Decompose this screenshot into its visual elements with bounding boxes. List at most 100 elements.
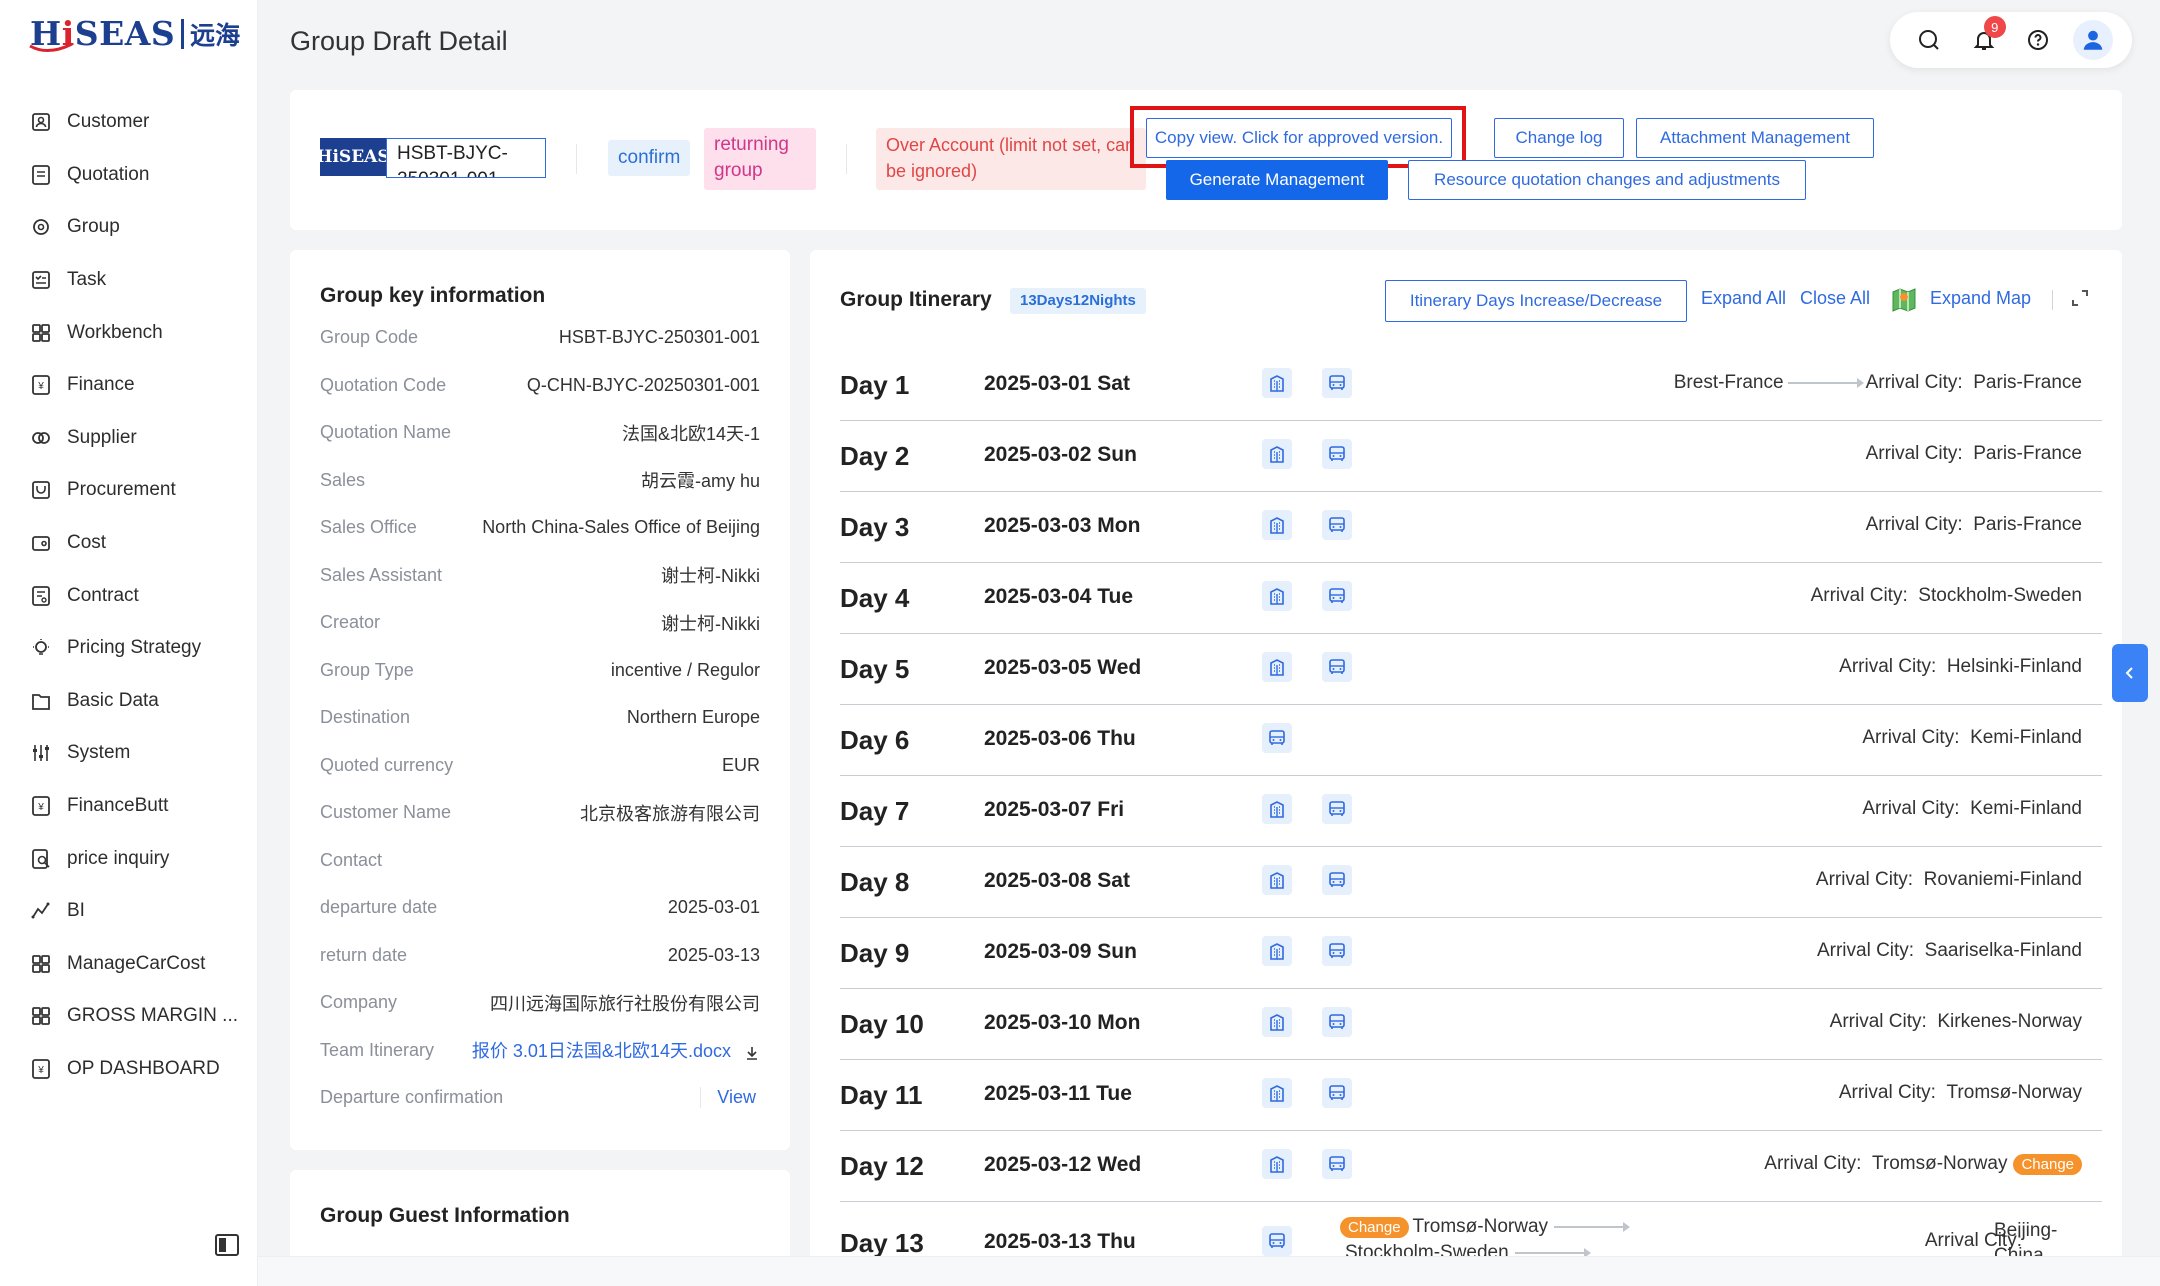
transport-button[interactable] xyxy=(1322,794,1352,824)
team-itinerary-file-link[interactable]: 报价 3.01日法国&北欧14天.docx xyxy=(472,1037,760,1063)
user-avatar[interactable] xyxy=(2072,20,2113,60)
itinerary-day-row[interactable]: Day 7 2025-03-07 Fri Arrival City: Kemi-Fi… xyxy=(840,776,2102,847)
sidebar-item-quotation[interactable]: Quotation xyxy=(0,149,258,202)
departure-city: Brest-France xyxy=(1673,372,1784,393)
sidebar-item-bi[interactable]: BI xyxy=(0,885,258,938)
transport-button[interactable] xyxy=(1322,368,1352,398)
side-panel-toggle[interactable] xyxy=(2112,644,2148,702)
sidebar-item-customer[interactable]: Customer xyxy=(0,96,258,149)
itinerary-day-row[interactable]: Day 5 2025-03-05 Wed Arrival City: Helsink… xyxy=(840,634,2102,705)
transport-button[interactable] xyxy=(1322,1149,1352,1179)
sidebar-item-price-inquiry[interactable]: price inquiry xyxy=(0,832,258,885)
sidebar-item-label: System xyxy=(67,742,131,764)
hotel-button[interactable] xyxy=(1262,439,1292,469)
itinerary-day-row[interactable]: Day 12 2025-03-12 Wed Arrival City: Tromsø… xyxy=(840,1131,2102,1202)
fullscreen-icon[interactable] xyxy=(2070,288,2090,308)
hotel-button[interactable] xyxy=(1262,652,1292,682)
expand-all-link[interactable]: Expand All xyxy=(1701,288,1786,309)
info-value: Northern Europe xyxy=(626,707,760,728)
sidebar-item-basic-data[interactable]: Basic Data xyxy=(0,675,258,728)
generate-management-button[interactable]: Generate Management xyxy=(1166,160,1388,200)
sidebar-item-procurement[interactable]: Procurement xyxy=(0,464,258,517)
arrival-city: Paris-France xyxy=(1973,514,2082,535)
sidebar-item-label: Workbench xyxy=(67,321,163,343)
itinerary-day-row[interactable]: Day 8 2025-03-08 Sat Arrival City: Rovanie… xyxy=(840,847,2102,918)
sidebar-item-system[interactable]: System xyxy=(0,727,258,780)
download-icon[interactable] xyxy=(744,1045,760,1061)
sidebar-item-group[interactable]: Group xyxy=(0,201,258,254)
itinerary-day-row[interactable]: Day 11 2025-03-11 Tue Arrival City: Tromsø… xyxy=(840,1060,2102,1131)
arrival-label: Arrival City: xyxy=(1838,1082,1936,1103)
day-number: Day 10 xyxy=(840,1009,924,1039)
sidebar-item-gross-margin[interactable]: GROSS MARGIN ... xyxy=(0,990,258,1043)
sidebar-item-finance[interactable]: ¥ Finance xyxy=(0,359,258,412)
info-label: return date xyxy=(320,944,408,965)
resource-quotation-button[interactable]: Resource quotation changes and adjustmen… xyxy=(1408,160,1806,200)
sidebar-item-cost[interactable]: Cost xyxy=(0,517,258,570)
help-button[interactable] xyxy=(2018,20,2058,60)
sidebar-item-label: Cost xyxy=(67,532,107,554)
info-value: 四川远海国际旅行社股份有限公司 xyxy=(490,993,760,1014)
itinerary-day-row[interactable]: Day 9 2025-03-09 Sun Arrival City: Saarise… xyxy=(840,918,2102,989)
transport-button[interactable] xyxy=(1322,439,1352,469)
sidebar-item-manage-car-cost[interactable]: ManageCarCost xyxy=(0,938,258,991)
hotel-icon xyxy=(1270,801,1284,818)
transport-button[interactable] xyxy=(1322,652,1352,682)
expand-map-link[interactable]: Expand Map xyxy=(1930,288,2031,309)
change-badge[interactable]: Change xyxy=(1340,1216,1409,1238)
itinerary-day-row[interactable]: Day 3 2025-03-03 Mon Arrival City: Paris-F… xyxy=(840,492,2102,563)
hotel-icon xyxy=(1270,1014,1284,1031)
sidebar-item-label: Group xyxy=(67,216,120,238)
transport-button[interactable] xyxy=(1262,1226,1292,1256)
info-row: Sales Assistant 谢士柯-Nikki xyxy=(320,552,760,600)
sidebar-item-workbench[interactable]: Workbench xyxy=(0,306,258,359)
hotel-button[interactable] xyxy=(1262,794,1292,824)
info-label: Sales Office xyxy=(320,517,417,538)
itinerary-day-row[interactable]: Day 2 2025-03-02 Sun Arrival City: Paris-F… xyxy=(840,421,2102,492)
sidebar-item-finance-butt[interactable]: ¥ FinanceButt xyxy=(0,780,258,833)
close-all-link[interactable]: Close All xyxy=(1800,288,1870,309)
change-log-button[interactable]: Change log xyxy=(1494,118,1624,158)
transport-button[interactable] xyxy=(1322,865,1352,895)
group-itinerary-card: Group Itinerary 13Days12Nights Itinerary… xyxy=(810,250,2122,1286)
itinerary-day-row[interactable]: Day 1 2025-03-01 Sat Brest-France Arrival C… xyxy=(840,350,2102,421)
transport-button[interactable] xyxy=(1322,510,1352,540)
itinerary-day-row[interactable]: Day 4 2025-03-04 Tue Arrival City: Stockho… xyxy=(840,563,2102,634)
map-icon[interactable] xyxy=(1890,286,1918,314)
hotel-button[interactable] xyxy=(1262,865,1292,895)
hotel-button[interactable] xyxy=(1262,1149,1292,1179)
over-account-warning: Over Account (limit not set, can be igno… xyxy=(876,128,1146,190)
transport-button[interactable] xyxy=(1322,1007,1352,1037)
sidebar-item-supplier[interactable]: Supplier xyxy=(0,412,258,465)
search-button[interactable] xyxy=(1909,20,1949,60)
view-departure-link[interactable]: View xyxy=(700,1087,756,1109)
sidebar-item-op-dashboard[interactable]: ¥ OP DASHBOARD xyxy=(0,1043,258,1096)
sidebar-item-contract[interactable]: Contract xyxy=(0,569,258,622)
sidebar-menu: Customer Quotation Group Task Workbench ¥ Fina… xyxy=(0,96,258,1095)
info-row-departure-confirmation: Departure confirmation View xyxy=(320,1074,760,1122)
itinerary-days-button[interactable]: Itinerary Days Increase/Decrease xyxy=(1385,280,1687,322)
itinerary-day-row[interactable]: Day 10 2025-03-10 Mon Arrival City: Kirken… xyxy=(840,989,2102,1060)
hotel-button[interactable] xyxy=(1262,1007,1292,1037)
bus-icon xyxy=(1269,730,1285,745)
change-badge[interactable]: Change xyxy=(2013,1153,2082,1175)
sidebar-item-pricing-strategy[interactable]: Pricing Strategy xyxy=(0,622,258,675)
hotel-button[interactable] xyxy=(1262,936,1292,966)
itinerary-day-row[interactable]: Day 6 2025-03-06 Thu Arrival City: Kemi-Fi… xyxy=(840,705,2102,776)
transport-button[interactable] xyxy=(1262,723,1292,753)
hotel-button[interactable] xyxy=(1262,368,1292,398)
transport-button[interactable] xyxy=(1322,581,1352,611)
hotel-button[interactable] xyxy=(1262,510,1292,540)
arrival-city: Kemi-Finland xyxy=(1970,798,2082,819)
transport-button[interactable] xyxy=(1322,1078,1352,1108)
info-value: HSBT-BJYC-250301-001 xyxy=(558,327,760,348)
hotel-button[interactable] xyxy=(1262,1078,1292,1108)
sidebar-item-task[interactable]: Task xyxy=(0,254,258,307)
day-number: Day 11 xyxy=(840,1080,923,1110)
sidebar-collapse-icon[interactable] xyxy=(214,1232,240,1258)
day-arrival: Arrival City: Kemi-Finland xyxy=(1862,727,2082,749)
transport-button[interactable] xyxy=(1322,936,1352,966)
notifications-button[interactable]: 9 xyxy=(1964,16,2006,60)
attachment-management-button[interactable]: Attachment Management xyxy=(1636,118,1874,158)
hotel-button[interactable] xyxy=(1262,581,1292,611)
